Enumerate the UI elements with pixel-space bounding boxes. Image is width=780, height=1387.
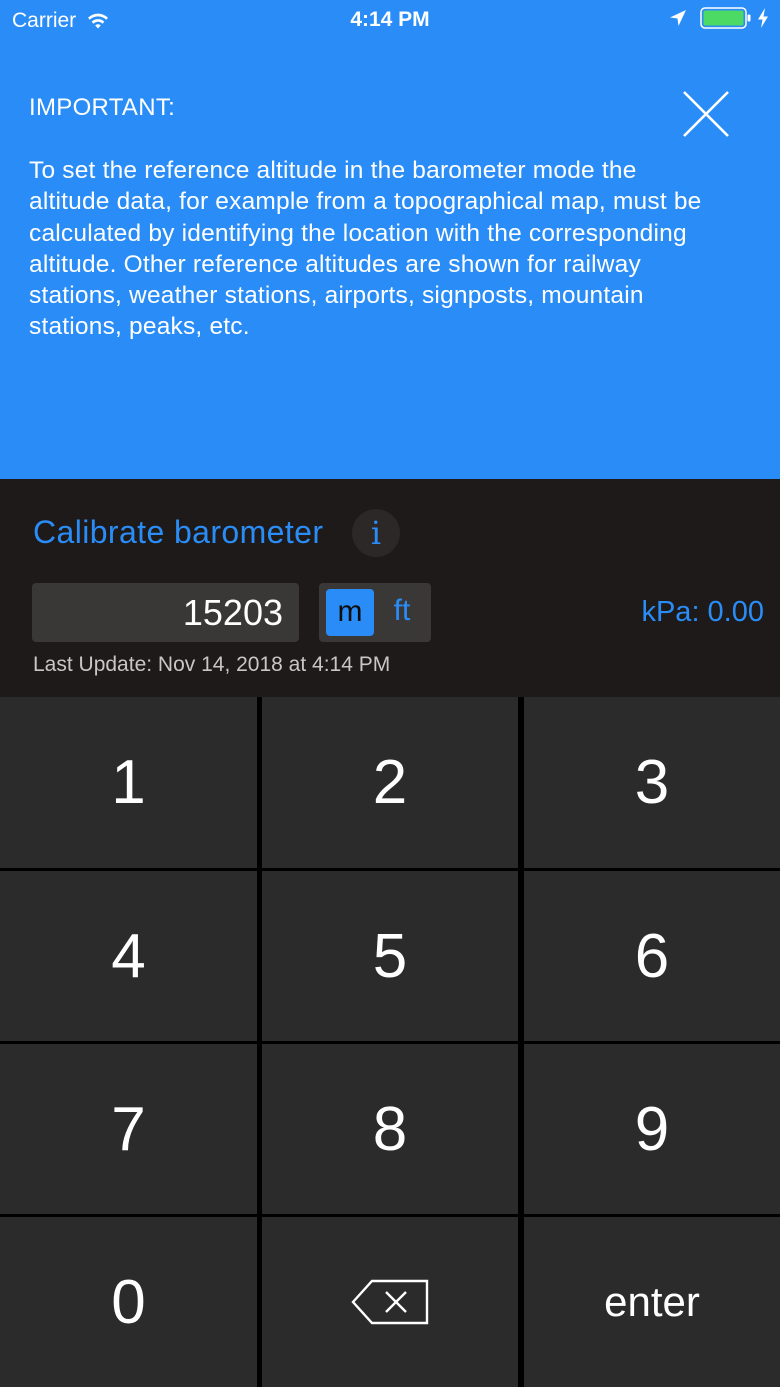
key-1[interactable]: 1: [0, 697, 257, 868]
calibrate-panel: Calibrate barometer i 15203 m ft kPa: 0.…: [0, 479, 780, 697]
unit-feet-button[interactable]: ft: [379, 589, 425, 636]
charging-icon: [758, 8, 768, 28]
close-icon[interactable]: [678, 86, 734, 142]
keypad: 1 2 3 4 5 6 7 8 9 0 enter: [0, 697, 780, 1387]
unit-meters-button[interactable]: m: [326, 589, 374, 636]
key-2[interactable]: 2: [262, 697, 518, 868]
info-panel: Carrier 4:14 PM IMPORTANT: To set the re…: [0, 0, 780, 479]
last-update: Last Update: Nov 14, 2018 at 4:14 PM: [33, 653, 391, 676]
status-bar: Carrier 4:14 PM: [0, 0, 780, 40]
key-0[interactable]: 0: [0, 1217, 257, 1387]
backspace-key[interactable]: [262, 1217, 518, 1387]
info-heading: IMPORTANT:: [29, 94, 176, 121]
calibrate-title: Calibrate barometer: [33, 514, 324, 550]
info-body: To set the reference altitude in the bar…: [29, 157, 702, 341]
key-8[interactable]: 8: [262, 1044, 518, 1214]
key-3[interactable]: 3: [524, 697, 780, 868]
key-4[interactable]: 4: [0, 871, 257, 1041]
location-arrow-icon: [670, 10, 686, 26]
kpa-readout: kPa: 0.00: [641, 596, 764, 628]
key-6[interactable]: 6: [524, 871, 780, 1041]
key-5[interactable]: 5: [262, 871, 518, 1041]
key-9[interactable]: 9: [524, 1044, 780, 1214]
unit-toggle: m ft: [319, 583, 431, 642]
battery-icon: [700, 7, 751, 29]
enter-key[interactable]: enter: [524, 1217, 780, 1387]
status-time: 4:14 PM: [350, 8, 430, 31]
backspace-icon: [351, 1279, 429, 1325]
key-7[interactable]: 7: [0, 1044, 257, 1214]
altitude-input[interactable]: 15203: [32, 583, 299, 642]
info-icon[interactable]: i: [352, 509, 400, 557]
status-right: [668, 7, 770, 29]
